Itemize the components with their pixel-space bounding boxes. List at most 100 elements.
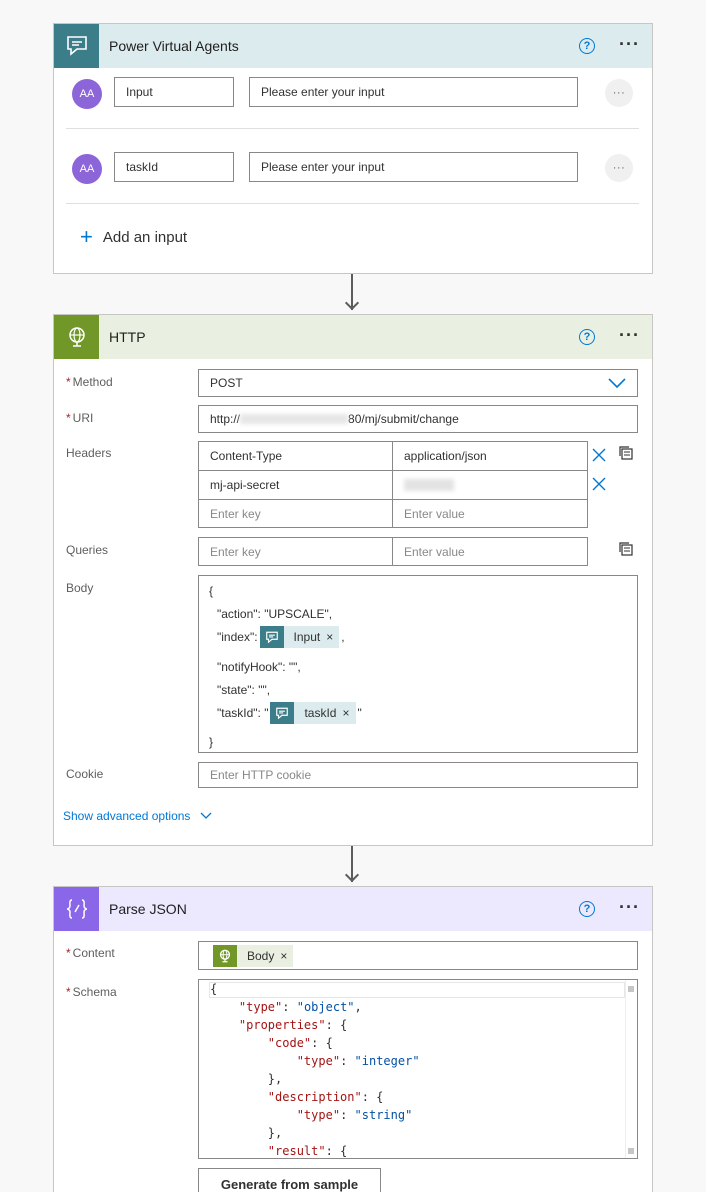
query-key-placeholder: Enter key bbox=[210, 544, 261, 559]
query-value-field[interactable]: Enter value bbox=[392, 537, 588, 566]
header-key-value: Content-Type bbox=[210, 449, 283, 463]
uri-input[interactable]: http:// 80/mj/submit/change bbox=[198, 405, 638, 433]
help-icon[interactable]: ? bbox=[579, 901, 595, 917]
parse-card-title: Parse JSON bbox=[109, 901, 187, 917]
cookie-label: Cookie bbox=[66, 767, 104, 781]
uri-label: * URI bbox=[66, 411, 94, 425]
uri-prefix: http:// bbox=[210, 412, 241, 426]
header-value-placeholder: Enter value bbox=[404, 506, 465, 521]
help-icon[interactable]: ? bbox=[579, 329, 595, 345]
delete-x-icon[interactable] bbox=[592, 448, 606, 462]
http-action-card: HTTP ? ··· * Method POST * URI http:// 80/… bbox=[53, 314, 653, 846]
taskid-token[interactable]: taskId × bbox=[270, 702, 356, 724]
divider bbox=[66, 203, 639, 204]
pva-card-header[interactable]: Power Virtual Agents ? ··· bbox=[54, 24, 652, 68]
more-options-icon[interactable]: ··· bbox=[619, 325, 640, 346]
schema-label: * Schema bbox=[66, 985, 117, 999]
scrollbar-thumb[interactable] bbox=[628, 1148, 634, 1154]
parse-json-card: Parse JSON ? ··· * Content Body × * Schema… bbox=[53, 886, 653, 1192]
remove-token-icon[interactable]: × bbox=[326, 630, 339, 644]
header-key-value: mj-api-secret bbox=[210, 478, 280, 492]
input-more-button[interactable]: ··· bbox=[605, 154, 633, 182]
plus-icon: + bbox=[80, 224, 93, 249]
code-line: "description": { bbox=[267, 1090, 384, 1104]
show-advanced-options-link[interactable]: Show advanced options bbox=[63, 809, 212, 823]
body-line: "action": "UPSCALE", bbox=[217, 607, 333, 621]
uri-suffix: 80/mj/submit/change bbox=[348, 412, 459, 426]
globe-icon bbox=[213, 944, 237, 967]
arrow-down-icon bbox=[344, 295, 360, 311]
more-options-icon[interactable]: ··· bbox=[619, 34, 640, 55]
code-line: "type": "string" bbox=[296, 1108, 413, 1122]
arrow-down-icon bbox=[344, 867, 360, 883]
curly-braces-icon bbox=[54, 887, 99, 931]
remove-token-icon[interactable]: × bbox=[280, 949, 293, 963]
parse-card-header[interactable]: Parse JSON ? ··· bbox=[54, 887, 652, 931]
body-token[interactable]: Body × bbox=[213, 944, 294, 967]
code-line: }, bbox=[267, 1072, 283, 1086]
header-key-field[interactable]: Enter key bbox=[198, 499, 393, 528]
content-label: * Content bbox=[66, 946, 115, 960]
header-value-field[interactable]: application/json bbox=[392, 441, 588, 471]
help-icon[interactable]: ? bbox=[579, 38, 595, 54]
code-line: "type": "integer" bbox=[296, 1054, 420, 1068]
switch-to-text-mode-icon[interactable] bbox=[618, 445, 634, 461]
input-name-value: taskId bbox=[126, 160, 159, 174]
body-line: "index": Input × , bbox=[217, 626, 345, 648]
redacted-secret bbox=[404, 479, 454, 491]
scrollbar-thumb[interactable] bbox=[628, 986, 634, 992]
input-name-field[interactable]: Input bbox=[114, 77, 234, 107]
header-key-field[interactable]: Content-Type bbox=[198, 441, 393, 471]
switch-to-text-mode-icon[interactable] bbox=[618, 541, 634, 557]
cookie-placeholder: Enter HTTP cookie bbox=[210, 768, 312, 782]
generate-from-sample-button[interactable]: Generate from sample bbox=[198, 1168, 381, 1192]
globe-icon bbox=[54, 315, 99, 359]
body-line: "state": "", bbox=[217, 683, 271, 697]
body-label: Body bbox=[66, 581, 94, 595]
query-value-placeholder: Enter value bbox=[404, 544, 465, 559]
queries-label: Queries bbox=[66, 543, 109, 557]
input-name-field[interactable]: taskId bbox=[114, 152, 234, 182]
body-editor[interactable]: { "action": "UPSCALE", "index": Input × … bbox=[198, 575, 638, 753]
more-options-icon[interactable]: ··· bbox=[619, 897, 640, 918]
code-line: "type": "object", bbox=[238, 1000, 362, 1014]
http-card-header[interactable]: HTTP ? ··· bbox=[54, 315, 652, 359]
chat-bot-icon bbox=[54, 24, 99, 68]
body-line: "notifyHook": "", bbox=[217, 660, 301, 674]
delete-x-icon[interactable] bbox=[592, 477, 606, 491]
header-value-field[interactable]: Enter value bbox=[392, 499, 588, 528]
body-line: { bbox=[209, 584, 214, 598]
input-more-button[interactable]: ··· bbox=[605, 79, 633, 107]
divider bbox=[66, 128, 639, 129]
add-input-button[interactable]: + Add an input bbox=[80, 224, 188, 249]
body-line: } bbox=[209, 735, 214, 749]
input-description-value: Please enter your input bbox=[261, 85, 385, 99]
input-name-value: Input bbox=[126, 85, 153, 99]
method-dropdown[interactable]: POST bbox=[198, 369, 638, 397]
input-token[interactable]: Input × bbox=[259, 626, 340, 648]
cookie-input[interactable]: Enter HTTP cookie bbox=[198, 762, 638, 788]
headers-label: Headers bbox=[66, 446, 112, 460]
text-input-type-icon: AA bbox=[72, 79, 102, 109]
input-description-value: Please enter your input bbox=[261, 160, 385, 174]
vertical-scrollbar[interactable] bbox=[625, 980, 637, 1158]
remove-token-icon[interactable]: × bbox=[342, 706, 355, 720]
chat-bot-icon bbox=[270, 702, 295, 724]
header-value-field[interactable] bbox=[392, 470, 588, 500]
add-input-label: Add an input bbox=[102, 228, 188, 246]
header-key-placeholder: Enter key bbox=[210, 506, 261, 521]
chevron-down-icon bbox=[608, 378, 626, 388]
query-key-field[interactable]: Enter key bbox=[198, 537, 393, 566]
body-line: "taskId": " taskId × " bbox=[217, 702, 362, 724]
method-value: POST bbox=[210, 376, 243, 390]
code-line: "properties": { bbox=[238, 1018, 348, 1032]
code-line: }, bbox=[267, 1126, 283, 1140]
method-label: * Method bbox=[66, 375, 113, 389]
code-line: { bbox=[210, 982, 218, 996]
schema-editor[interactable]: { "type": "object", "properties": { "cod… bbox=[198, 979, 638, 1159]
input-description-field[interactable]: Please enter your input bbox=[249, 77, 578, 107]
header-key-field[interactable]: mj-api-secret bbox=[198, 470, 393, 500]
content-input[interactable]: Body × bbox=[198, 941, 638, 970]
input-description-field[interactable]: Please enter your input bbox=[249, 152, 578, 182]
http-card-title: HTTP bbox=[109, 329, 146, 345]
